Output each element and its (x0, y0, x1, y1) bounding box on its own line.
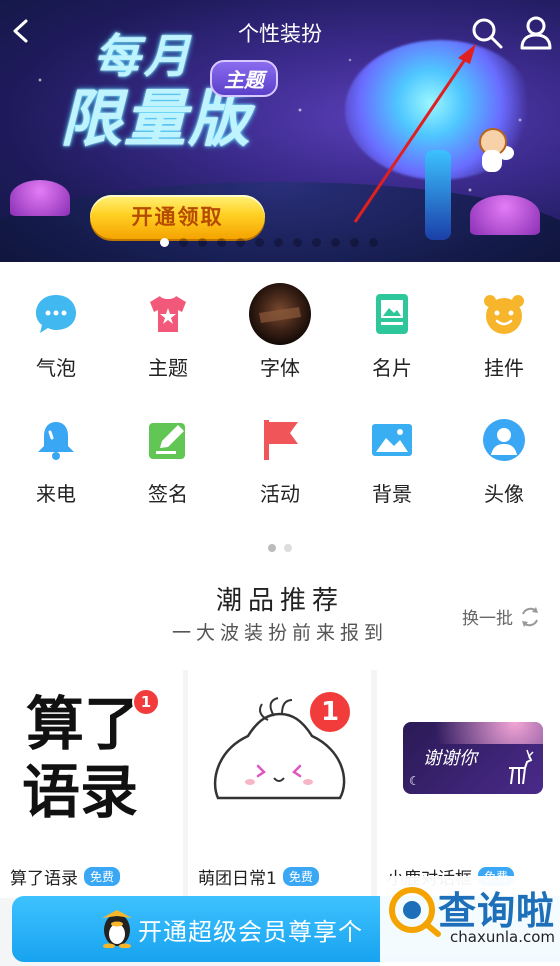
category-card[interactable]: 名片 (336, 292, 448, 380)
item-thumbnail: 算了 语录 1 (0, 670, 183, 846)
banner-dot (255, 238, 264, 247)
preview-text: 谢谢你 (423, 748, 477, 769)
banner-dot (236, 238, 245, 247)
category-pagination (0, 544, 560, 552)
banner-pagination (160, 238, 378, 247)
font-photo-icon (249, 283, 311, 345)
banner-dot (198, 238, 207, 247)
activate-claim-button[interactable]: 开通领取 (90, 195, 265, 239)
refresh-batch-button[interactable]: 换一批 (462, 604, 541, 629)
category-font[interactable]: 字体 (224, 283, 336, 380)
item-thumbnail: 谢谢你 ☾ (377, 670, 560, 846)
banner-dot (274, 238, 283, 247)
search-icon[interactable] (470, 16, 504, 50)
deer-dialog-preview: 谢谢你 ☾ (403, 722, 543, 794)
banner-dot (331, 238, 340, 247)
category-activity[interactable]: 活动 (224, 418, 336, 506)
banner-dot (160, 238, 169, 247)
recommend-item[interactable]: 算了 语录 1 算了语录 免费 (0, 670, 183, 898)
item-name: 算了语录 (10, 869, 78, 889)
pendant-bear-icon (484, 295, 524, 334)
user-profile-icon[interactable] (518, 14, 554, 50)
glowing-tree-illustration (345, 40, 545, 240)
category-grid-section: 气泡 主题 字体 名片 挂件 来电 签名 活动 背景 头像 (0, 262, 560, 560)
image-icon (372, 424, 412, 456)
item-name: 萌团日常1 (198, 869, 277, 889)
cupid-illustration (470, 128, 514, 176)
new-count-badge: 1 (132, 688, 160, 716)
recommend-list: 算了 语录 1 算了语录 免费 1 萌团日常1 免费 谢谢你 ☾ (0, 670, 560, 900)
banner-dot (350, 238, 359, 247)
item-name-row: 萌团日常1 免费 (198, 864, 319, 889)
moon-icon: ☾ (409, 774, 420, 788)
watermark-text: 查询啦 (438, 889, 556, 933)
category-avatar[interactable]: 头像 (448, 418, 560, 506)
category-signature[interactable]: 签名 (112, 418, 224, 506)
theme-shirt-icon (150, 296, 186, 332)
avatar-icon (483, 419, 525, 461)
banner-theme-badge: 主题 (210, 60, 278, 97)
recommend-header: 潮品推荐 一大波装扮前来报到 换一批 (0, 560, 560, 670)
category-label: 挂件 (484, 356, 524, 380)
bell-icon (38, 422, 74, 460)
banner-dot (312, 238, 321, 247)
watermark-url: chaxunla.com (450, 928, 555, 946)
watermark-logo-icon (389, 887, 441, 937)
banner-dot (293, 238, 302, 247)
new-count-badge: 1 (308, 690, 352, 734)
recommend-item[interactable]: 谢谢你 ☾ 小鹿对话框 免费 (377, 670, 560, 898)
bubble-icon (36, 295, 76, 333)
category-label: 主题 (148, 356, 188, 380)
category-label: 背景 (372, 482, 412, 506)
category-label: 头像 (484, 482, 524, 506)
category-grid: 气泡 主题 字体 名片 挂件 来电 签名 活动 背景 头像 (0, 283, 560, 506)
category-label: 签名 (148, 482, 188, 506)
flag-icon (264, 420, 298, 460)
recommend-item[interactable]: 1 萌团日常1 免费 (188, 670, 371, 898)
site-watermark: 查询啦 chaxunla.com (380, 876, 560, 966)
theme-banner[interactable]: 每月 限量版 主题 开通领取 个性装扮 (0, 0, 560, 262)
vip-label: 开通超级会员尊享个 (138, 918, 363, 946)
refresh-label: 换一批 (462, 609, 513, 629)
category-label: 来电 (36, 482, 76, 506)
category-label: 字体 (260, 356, 300, 380)
mushroom-decoration (10, 180, 70, 216)
category-theme[interactable]: 主题 (112, 292, 224, 380)
banner-dot (369, 238, 378, 247)
signature-edit-icon (149, 423, 185, 459)
banner-dot (179, 238, 188, 247)
item-name-row: 算了语录 免费 (10, 864, 121, 889)
qq-penguin-icon (102, 910, 132, 948)
banner-dot (217, 238, 226, 247)
free-tag: 免费 (84, 867, 121, 886)
category-ringtone[interactable]: 来电 (0, 418, 112, 506)
card-icon (376, 294, 408, 334)
refresh-icon (522, 606, 538, 627)
category-background[interactable]: 背景 (336, 418, 448, 506)
thumbnail-text: 算了 语录 (22, 690, 143, 826)
category-label: 名片 (372, 356, 412, 380)
category-label: 活动 (260, 482, 300, 506)
top-navigation-bar: 个性装扮 (0, 0, 560, 64)
category-label: 气泡 (36, 356, 76, 380)
free-tag: 免费 (282, 867, 319, 886)
category-pendant[interactable]: 挂件 (448, 292, 560, 380)
category-bubble[interactable]: 气泡 (0, 292, 112, 380)
deer-icon (509, 749, 534, 785)
item-thumbnail: 1 (188, 670, 371, 846)
